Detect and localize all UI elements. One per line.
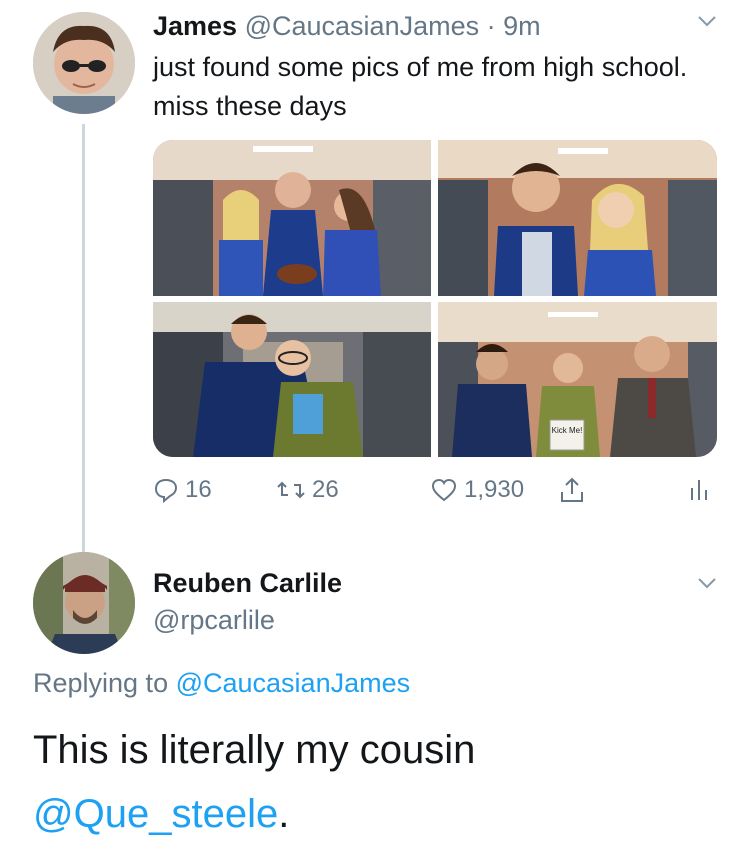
photo-headlock-nerd[interactable] [153, 302, 431, 457]
photo-kick-me-sign[interactable]: Kick Me! [438, 302, 717, 457]
reply-count: 16 [185, 476, 212, 503]
handle[interactable]: @CaucasianJames [245, 11, 480, 41]
photo-cheerleaders-kiss[interactable] [153, 140, 431, 296]
retweet-button[interactable]: 26 [276, 476, 339, 504]
display-name[interactable]: James [153, 11, 237, 41]
like-count: 1,930 [464, 476, 525, 503]
tweet-header: James @CaucasianJames · 9m [153, 11, 541, 42]
chevron-down-icon[interactable] [697, 14, 717, 28]
tweet-actions: 16 26 1,930 [153, 476, 717, 512]
retweet-icon [277, 481, 305, 499]
like-icon [431, 478, 457, 502]
reply-body: This is literally my cousin [33, 728, 476, 772]
photo-grid[interactable]: Kick Me! [153, 140, 717, 457]
photo-couple-smiling[interactable] [438, 140, 717, 296]
replying-to-label: Replying to [33, 668, 176, 698]
retweet-count: 26 [312, 476, 339, 503]
replying-to: Replying to @CaucasianJames [33, 668, 410, 699]
thread-connector-line [82, 124, 85, 554]
reply-text: This is literally my cousin @Que_steele. [33, 718, 713, 846]
replying-to-handle-link[interactable]: @CaucasianJames [176, 668, 411, 698]
reply-icon [154, 478, 178, 503]
analytics-icon [691, 480, 707, 500]
timestamp[interactable]: 9m [503, 11, 541, 41]
share-button[interactable] [559, 476, 585, 504]
share-icon [561, 477, 583, 502]
kick-me-sign-text: Kick Me! [552, 426, 583, 435]
display-name[interactable]: Reuben Carlile [153, 568, 342, 599]
reply-trailing: . [278, 792, 290, 836]
handle[interactable]: @rpcarlile [153, 605, 275, 636]
separator: · [479, 11, 504, 41]
mention-link[interactable]: @Que_steele [33, 792, 278, 836]
tweet-text: just found some pics of me from high sch… [153, 52, 688, 121]
avatar[interactable] [33, 12, 135, 114]
analytics-button[interactable] [689, 476, 709, 502]
reply-button[interactable]: 16 [153, 476, 212, 504]
chevron-down-icon[interactable] [697, 576, 717, 590]
avatar[interactable] [33, 552, 135, 654]
like-button[interactable]: 1,930 [430, 476, 524, 504]
